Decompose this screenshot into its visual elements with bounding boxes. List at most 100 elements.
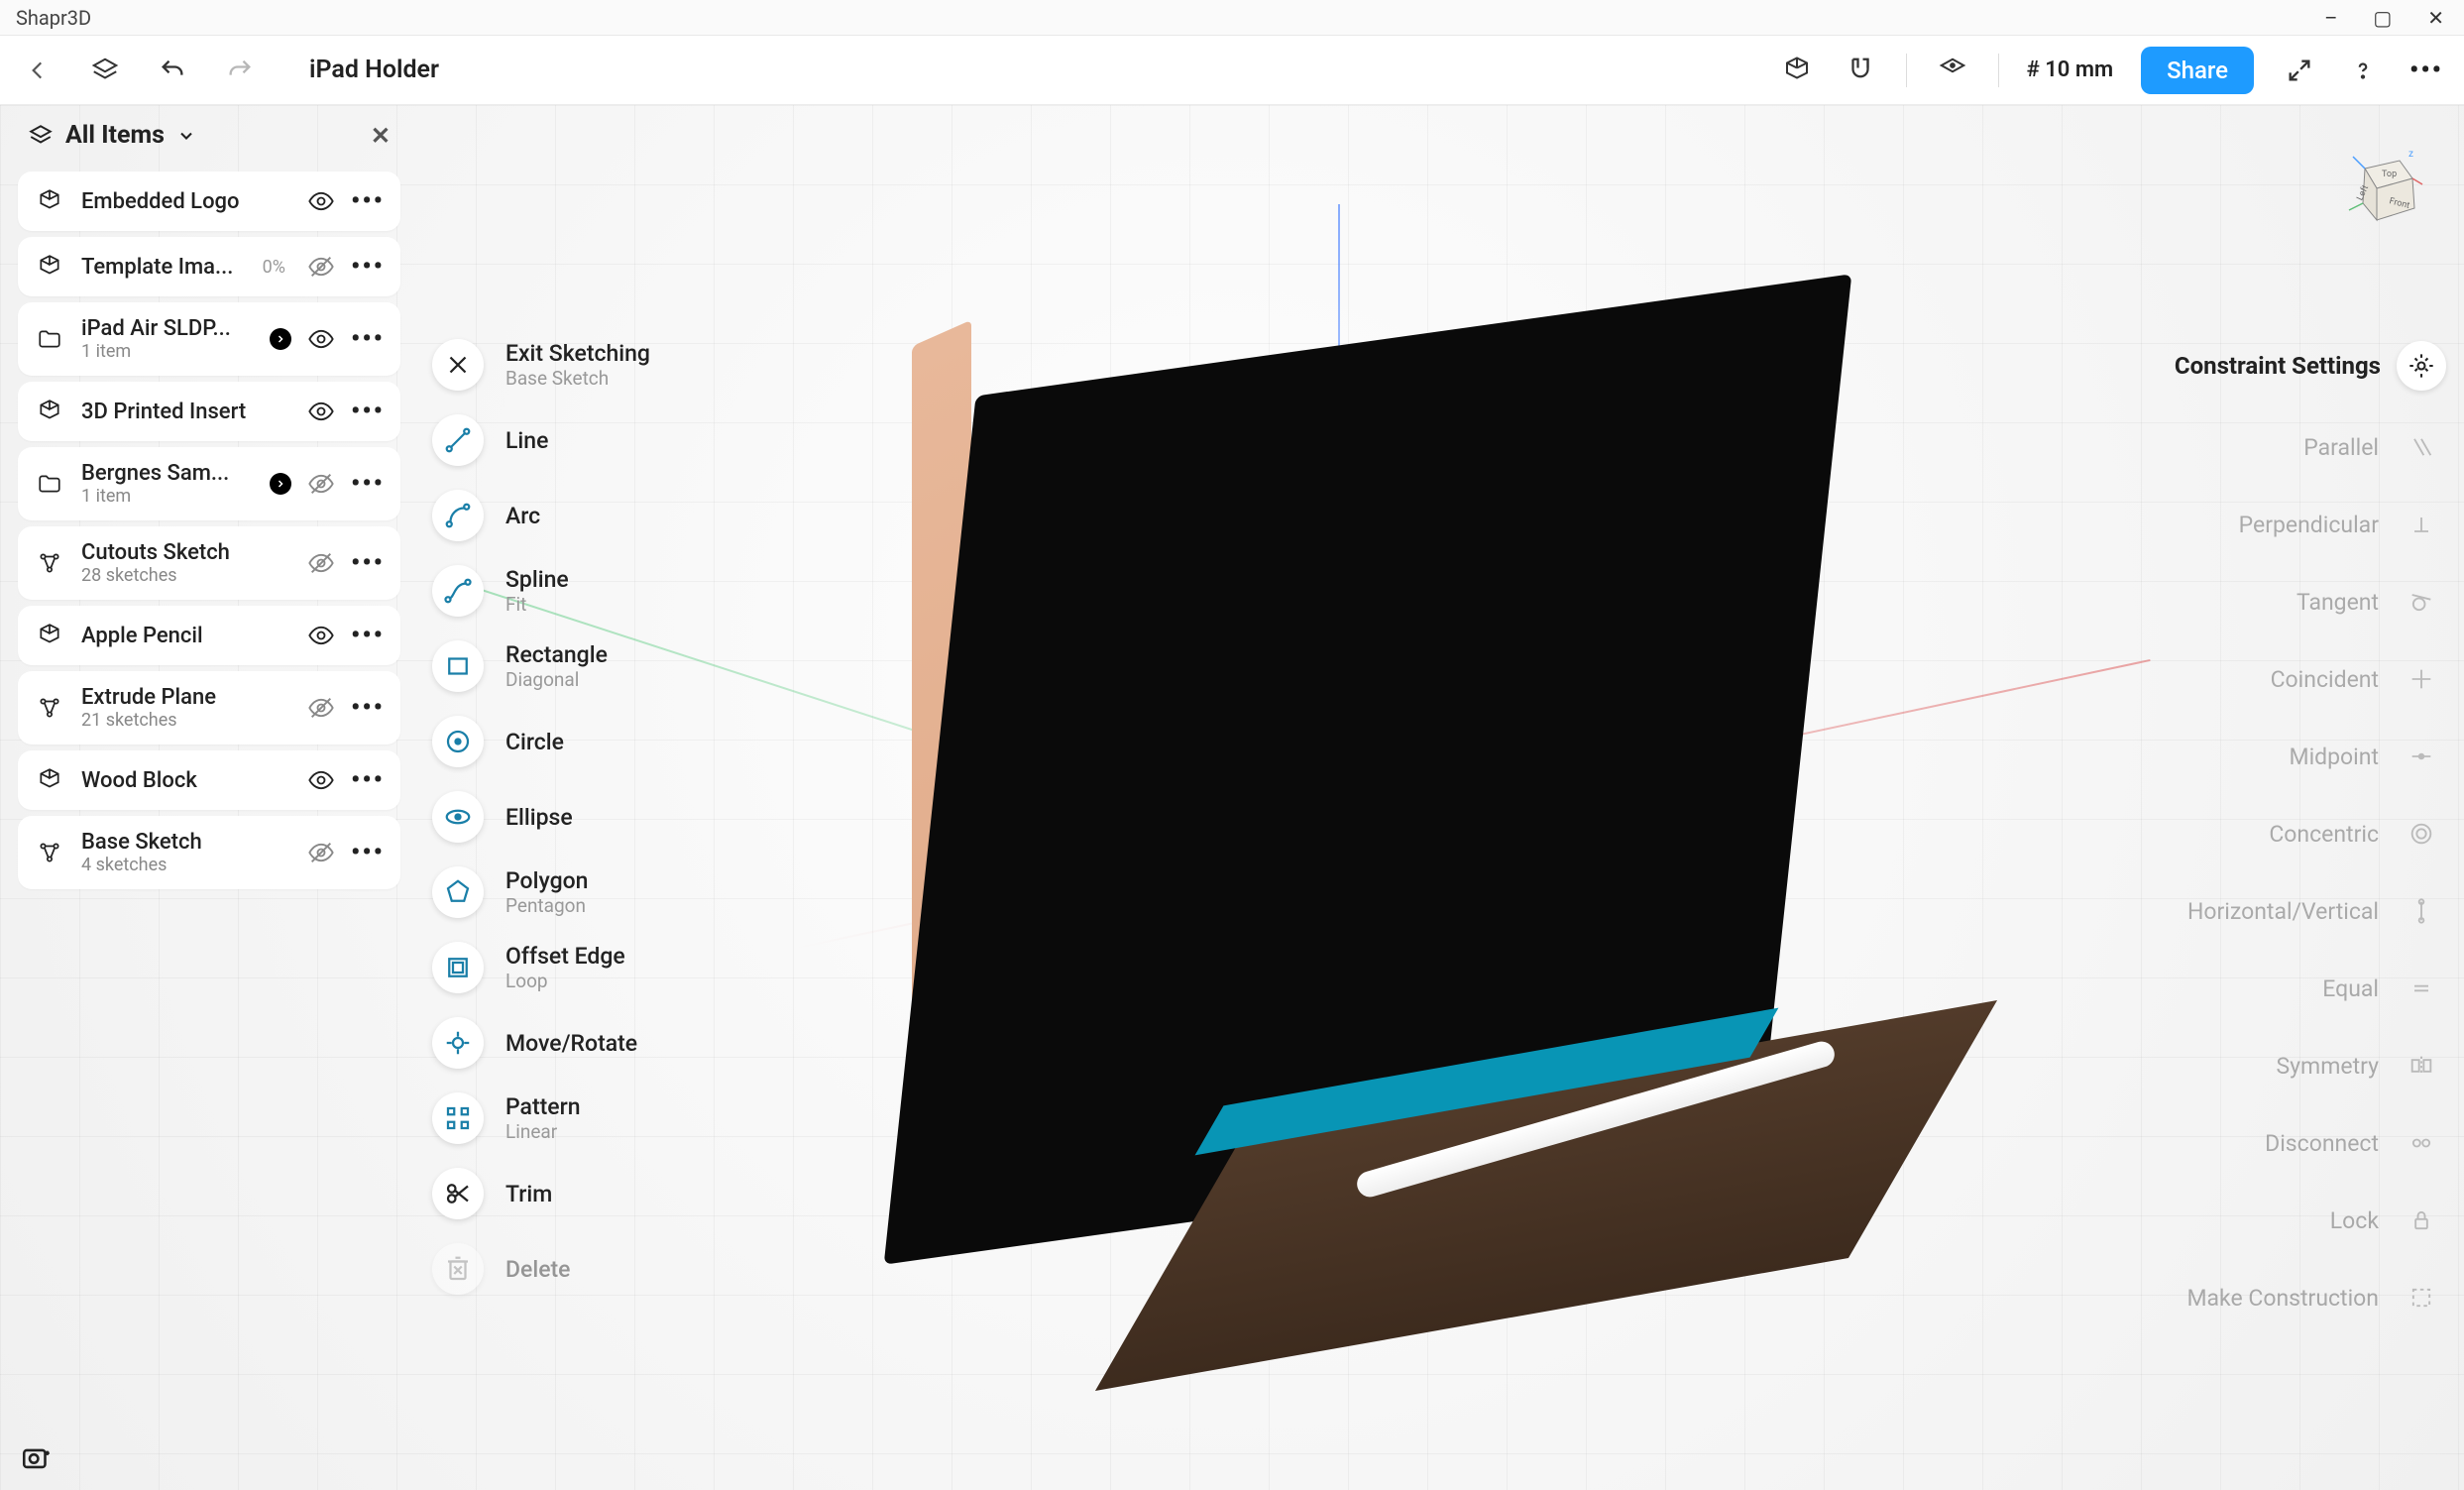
- layers-icon[interactable]: [87, 53, 123, 88]
- constraint-icon: [2397, 1041, 2446, 1090]
- item-row-apple-pencil[interactable]: Apple Pencil•••: [18, 606, 400, 665]
- visibility-toggle-icon[interactable]: [307, 470, 335, 498]
- item-more-icon[interactable]: •••: [351, 548, 385, 578]
- sketch-tool-rectangle[interactable]: RectangleDiagonal: [432, 629, 789, 704]
- item-more-icon[interactable]: •••: [351, 693, 385, 723]
- item-row-template-ima-[interactable]: Template Ima...0%•••: [18, 237, 400, 296]
- more-icon[interactable]: •••: [2408, 53, 2444, 88]
- item-more-icon[interactable]: •••: [351, 324, 385, 354]
- constraint-icon: [2397, 577, 2446, 627]
- close-icon: [432, 339, 484, 391]
- constraint-icon: [2397, 964, 2446, 1013]
- item-row-base-sketch[interactable]: Base Sketch4 sketches•••: [18, 816, 400, 889]
- item-row-wood-block[interactable]: Wood Block•••: [18, 750, 400, 810]
- app-name: Shapr3D: [12, 6, 91, 30]
- undo-icon[interactable]: [155, 53, 190, 88]
- constraint-midpoint[interactable]: Midpoint: [2089, 718, 2446, 795]
- item-more-icon[interactable]: •••: [351, 397, 385, 426]
- sketch-tool-label: Move/Rotate: [505, 1030, 637, 1057]
- expand-icon[interactable]: [2282, 53, 2317, 88]
- item-row-embedded-logo[interactable]: Embedded Logo•••: [18, 172, 400, 231]
- constraint-horizontal-vertical[interactable]: Horizontal/Vertical: [2089, 872, 2446, 950]
- constraint-coincident[interactable]: Coincident: [2089, 640, 2446, 718]
- sketch-tool-polygon[interactable]: PolygonPentagon: [432, 855, 789, 930]
- sketch-tool-line[interactable]: Line: [432, 402, 789, 478]
- item-row-3d-printed-insert[interactable]: 3D Printed Insert •••: [18, 382, 400, 441]
- constraint-concentric[interactable]: Concentric: [2089, 795, 2446, 872]
- minimize-button[interactable]: –: [2324, 6, 2337, 30]
- cube-view-icon[interactable]: [1779, 53, 1815, 88]
- constraint-make-construction[interactable]: Make Construction: [2089, 1259, 2446, 1336]
- visibility-toggle-icon[interactable]: [307, 839, 335, 866]
- visibility-toggle-icon[interactable]: [307, 398, 335, 425]
- sketch-tool-trim[interactable]: Trim: [432, 1156, 789, 1231]
- constraint-tangent[interactable]: Tangent: [2089, 563, 2446, 640]
- share-button[interactable]: Share: [2141, 47, 2254, 94]
- orientation-cube[interactable]: Top Left Front z: [2335, 149, 2424, 238]
- item-more-icon[interactable]: •••: [351, 621, 385, 650]
- constraint-icon: [2397, 886, 2446, 936]
- redo-icon[interactable]: [222, 53, 258, 88]
- expand-caret-icon[interactable]: [270, 473, 291, 495]
- sketch-tool-exit-sketching[interactable]: Exit SketchingBase Sketch: [432, 327, 789, 402]
- maximize-button[interactable]: ▢: [2373, 6, 2392, 30]
- items-header-label: All Items: [65, 121, 165, 150]
- constraint-disconnect[interactable]: Disconnect: [2089, 1104, 2446, 1182]
- constraint-symmetry[interactable]: Symmetry: [2089, 1027, 2446, 1104]
- grid-size[interactable]: # 10 mm: [2027, 57, 2113, 82]
- sketch-tool-pattern[interactable]: PatternLinear: [432, 1081, 789, 1156]
- item-row-extrude-plane[interactable]: Extrude Plane21 sketches•••: [18, 671, 400, 745]
- item-subtitle: 1 item: [81, 341, 254, 362]
- constraint-parallel[interactable]: Parallel: [2089, 408, 2446, 486]
- visibility-toggle-icon[interactable]: [307, 694, 335, 722]
- back-icon[interactable]: [20, 53, 56, 88]
- close-panel-icon[interactable]: ✕: [371, 122, 391, 150]
- close-button[interactable]: ✕: [2427, 6, 2444, 30]
- item-more-icon[interactable]: •••: [351, 765, 385, 795]
- cube-icon: [34, 251, 65, 283]
- gear-icon[interactable]: [2397, 341, 2446, 391]
- constraint-icon: [2397, 809, 2446, 859]
- constraint-perpendicular[interactable]: Perpendicular: [2089, 486, 2446, 563]
- item-row-ipad-air-sldp-[interactable]: iPad Air SLDP...1 item•••: [18, 302, 400, 376]
- visibility-toggle-icon[interactable]: [307, 766, 335, 794]
- visibility-toggle-icon[interactable]: [307, 253, 335, 281]
- offset-icon: [432, 942, 484, 993]
- constraint-equal[interactable]: Equal: [2089, 950, 2446, 1027]
- chevron-down-icon[interactable]: [176, 126, 196, 146]
- item-more-icon[interactable]: •••: [351, 838, 385, 867]
- item-label: Base Sketch: [81, 830, 291, 855]
- visibility-toggle-icon[interactable]: [307, 622, 335, 649]
- layers-icon: [28, 123, 54, 149]
- model-ipad-holder[interactable]: [892, 333, 1933, 1285]
- expand-caret-icon[interactable]: [270, 328, 291, 350]
- item-label: 3D Printed Insert: [81, 400, 291, 424]
- sketch-tool-label: Pattern: [505, 1093, 581, 1120]
- item-row-cutouts-sketch[interactable]: Cutouts Sketch28 sketches•••: [18, 526, 400, 600]
- visibility-toggle-icon[interactable]: [307, 325, 335, 353]
- item-more-icon[interactable]: •••: [351, 469, 385, 499]
- visibility-toggle-icon[interactable]: [307, 187, 335, 215]
- sketch-tool-ellipse[interactable]: Ellipse: [432, 779, 789, 855]
- items-header[interactable]: All Items ✕: [10, 105, 408, 166]
- item-row-bergnes-sam-[interactable]: Bergnes Sam...1 item•••: [18, 447, 400, 520]
- document-title[interactable]: iPad Holder: [309, 56, 439, 84]
- help-icon[interactable]: [2345, 53, 2381, 88]
- item-more-icon[interactable]: •••: [351, 252, 385, 282]
- sketch-tool-offset-edge[interactable]: Offset EdgeLoop: [432, 930, 789, 1005]
- constraint-label: Symmetry: [2277, 1053, 2379, 1080]
- transform-icon[interactable]: [1935, 53, 1970, 88]
- sketch-tool-circle[interactable]: Circle: [432, 704, 789, 779]
- sketch-tool-move-rotate[interactable]: Move/Rotate: [432, 1005, 789, 1081]
- constraint-icon: [2397, 654, 2446, 704]
- magnet-icon[interactable]: [1843, 53, 1878, 88]
- camera-add-icon[interactable]: [20, 1440, 54, 1474]
- item-more-icon[interactable]: •••: [351, 186, 385, 216]
- constraint-icon: [2397, 1273, 2446, 1322]
- constraint-label: Parallel: [2303, 434, 2379, 461]
- sketch-tool-label: Trim: [505, 1181, 552, 1207]
- constraint-lock[interactable]: Lock: [2089, 1182, 2446, 1259]
- sketch-tool-arc[interactable]: Arc: [432, 478, 789, 553]
- visibility-toggle-icon[interactable]: [307, 549, 335, 577]
- sketch-tool-spline[interactable]: SplineFit: [432, 553, 789, 629]
